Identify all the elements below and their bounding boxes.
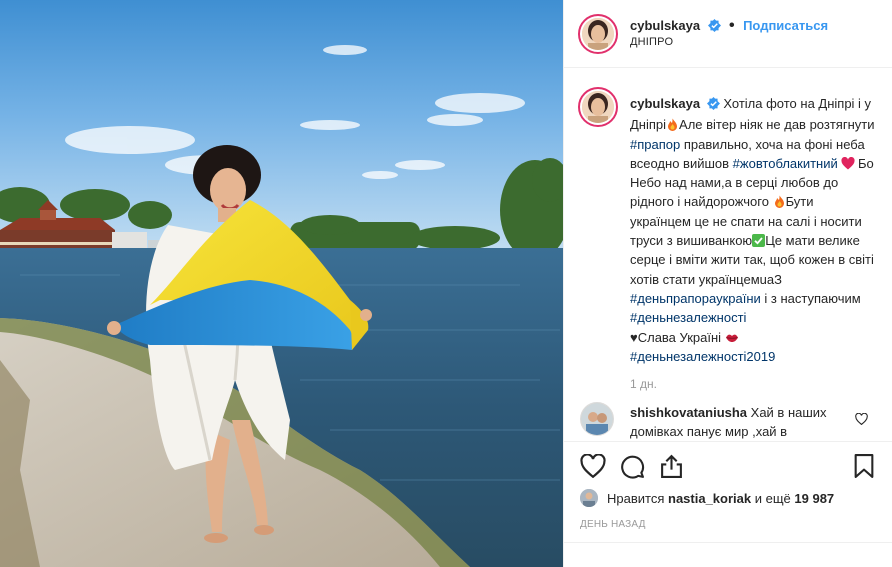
likes-summary[interactable]: Нравится nastia_koriak и ещё 19 987 (580, 489, 834, 507)
fire-emoji-icon (666, 117, 679, 132)
avatar-image (582, 91, 614, 123)
hashtag-link[interactable]: #деньнезалежності2019 (630, 349, 775, 364)
post-date: ДЕНЬ НАЗАД (580, 519, 646, 530)
caption-text: і з наступаючим (760, 290, 861, 306)
separator-dot: • (729, 17, 735, 34)
verified-badge-icon (706, 96, 720, 115)
comment-like-heart-icon[interactable] (855, 412, 868, 430)
caption-text: ♥Слава Україні (630, 329, 725, 345)
add-comment-area[interactable] (564, 542, 892, 567)
hashtag-link[interactable]: #жовтоблакитний (733, 156, 838, 171)
hashtag-link[interactable]: #прапор (630, 137, 680, 152)
instagram-post: cybulskaya • Подписаться ДНІПРО cybulska… (0, 0, 892, 567)
likes-middle: и ещё (754, 490, 791, 506)
liker-username[interactable]: nastia_koriak (668, 491, 751, 506)
hashtag-link[interactable]: #деньпрапораукраїни (630, 291, 761, 306)
check-mark-emoji-icon (752, 233, 766, 248)
hashtag-link[interactable]: #деньнезалежності (630, 310, 746, 325)
post-photo[interactable] (0, 0, 563, 567)
bookmark-icon[interactable] (853, 454, 875, 484)
caption-username[interactable]: cybulskaya (630, 96, 700, 111)
liker-avatar (580, 489, 598, 507)
comment-item: shishkovataniusha Хай в наших домівках п… (630, 403, 850, 441)
avatar-image (581, 403, 613, 435)
verified-badge-icon (707, 19, 721, 37)
post-side-panel: cybulskaya • Подписаться ДНІПРО cybulska… (563, 0, 892, 567)
header-title-row: cybulskaya • Подписаться (630, 17, 828, 37)
follow-button[interactable]: Подписаться (743, 18, 828, 33)
post-age: 1 дн. (630, 377, 657, 391)
commenter-username[interactable]: shishkovataniusha (630, 405, 747, 420)
location-link[interactable]: ДНІПРО (630, 36, 673, 48)
caption-text: Але вітер ніяк не дав розтягнути (679, 117, 875, 133)
kiss-lips-emoji-icon (725, 330, 738, 343)
heart-icon[interactable] (580, 453, 606, 483)
author-username[interactable]: cybulskaya (630, 18, 700, 33)
red-heart-emoji-icon (841, 156, 855, 170)
likes-count[interactable]: 19 987 (794, 491, 834, 506)
author-avatar[interactable] (578, 14, 618, 54)
post-header: cybulskaya • Подписаться ДНІПРО (564, 0, 892, 68)
comment-icon[interactable] (620, 454, 645, 484)
post-caption: cybulskaya Хотіла фото на Дніпрі і у Дні… (630, 94, 878, 366)
fire-emoji-icon (773, 194, 786, 209)
commenter-avatar[interactable] (580, 402, 614, 436)
share-icon[interactable] (659, 454, 684, 484)
photo-scene (0, 0, 563, 567)
comments-list[interactable]: cybulskaya Хотіла фото на Дніпрі і у Дні… (564, 69, 892, 441)
caption-author-avatar[interactable] (578, 87, 618, 127)
avatar-image (582, 18, 614, 50)
likes-prefix: Нравится (607, 490, 665, 506)
